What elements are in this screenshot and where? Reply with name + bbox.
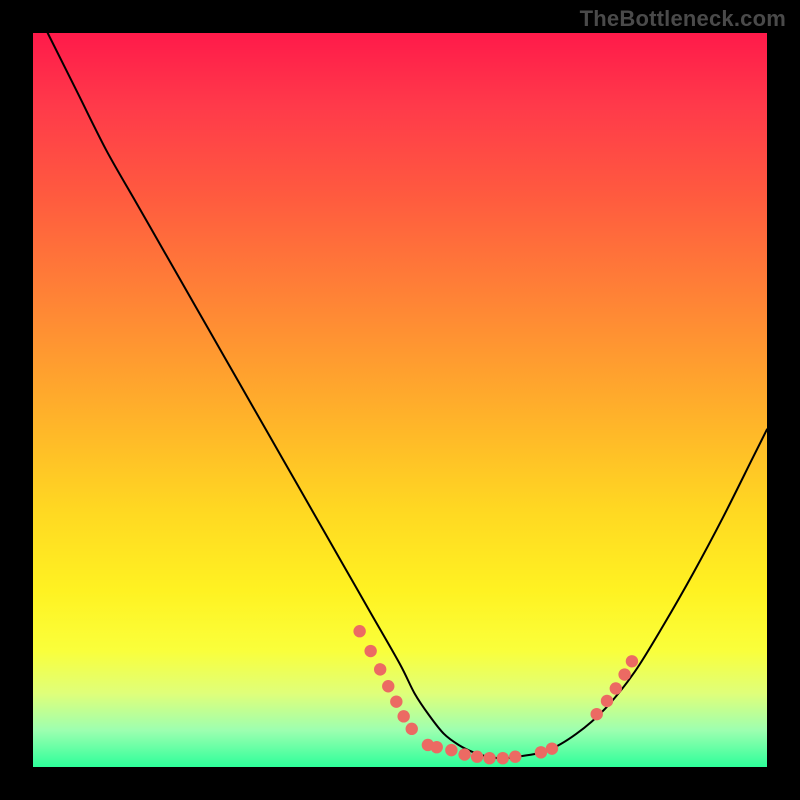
watermark-text: TheBottleneck.com xyxy=(580,6,786,32)
plot-area xyxy=(33,33,767,767)
chart-stage: TheBottleneck.com xyxy=(0,0,800,800)
